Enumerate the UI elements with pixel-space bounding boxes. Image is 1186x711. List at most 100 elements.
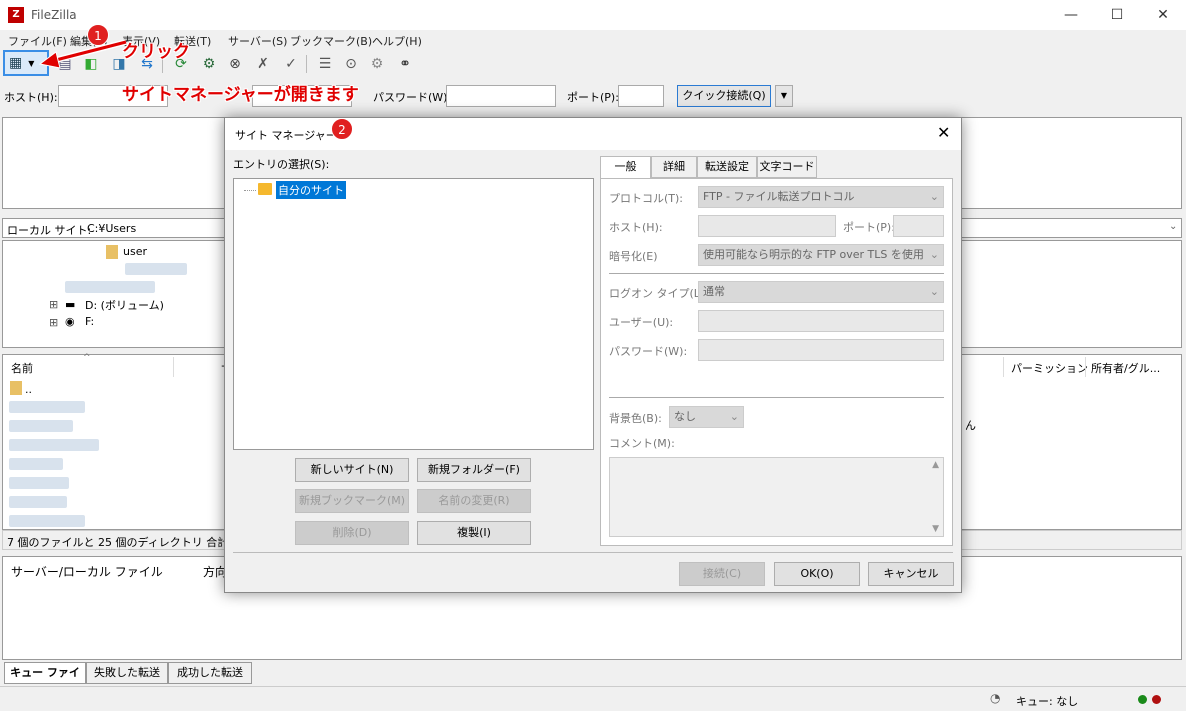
queue-status: キュー: なし [1016,695,1079,708]
site-manager-icon: ▦ [9,55,23,71]
folder-icon [10,381,22,395]
protocol-label: プロトコル(T): [609,192,684,205]
general-tab-panel: プロトコル(T): FTP - ファイル転送プロトコル ⌄ ホスト(H): ポート… [600,178,953,546]
menu-bookmarks[interactable]: ブックマーク(B) [290,33,372,49]
blurred-item [9,515,85,527]
encryption-select[interactable]: 使用可能なら明示的な FTP over TLS を使用 ⌄ [698,244,944,266]
col-permissions[interactable]: パーミッション [1011,360,1088,376]
rename-button[interactable]: 名前の変更(R) [417,489,531,513]
parent-dir[interactable]: .. [25,383,32,396]
blurred-item [9,477,69,489]
tree-item-my-sites[interactable]: 自分のサイト [276,181,346,199]
tab-general[interactable]: 一般 [600,156,651,179]
tree-item-d-drive[interactable]: D: (ボリューム) [85,297,164,313]
column-divider [173,357,174,377]
host-label: ホスト(H): [609,221,663,234]
tab-advanced[interactable]: 詳細 [651,156,697,178]
encryption-label: 暗号化(E) [609,250,658,263]
column-divider [1085,357,1086,377]
host-label: ホスト(H): [4,91,58,104]
local-site-path[interactable]: C:¥Users [87,222,136,235]
bgcolor-select[interactable]: なし ⌄ [669,406,744,428]
reconnect-icon[interactable]: ✓ [280,53,302,75]
download-led-icon [1152,695,1161,704]
queue-icon: ◔ [990,691,1001,705]
folder-icon [106,245,118,259]
remote-file-text: ん [965,419,976,432]
password-input[interactable] [446,85,556,107]
title-bar: Z FileZilla — ☐ ✕ [0,0,1186,30]
annotation-badge-2: 2 [331,118,353,140]
quickconnect-dropdown-icon[interactable]: ▼ [775,85,793,107]
annotation-opens: サイトマネージャーが開きます [122,85,359,105]
menu-server[interactable]: サーバー(S) [228,33,287,49]
process-queue-icon[interactable]: ⚙ [198,53,220,75]
bgcolor-label: 背景色(B): [609,412,662,425]
search-binoculars-icon[interactable]: ⚭ [394,53,416,75]
dialog-title: サイト マネージャー [235,129,337,142]
user-field[interactable] [698,310,944,332]
local-site-label: ローカル サイト: [7,224,92,237]
folder-icon [258,183,272,195]
tab-queued-files[interactable]: キュー ファイル [4,662,86,699]
disconnect-icon[interactable]: ✗ [252,53,274,75]
new-bookmark-button[interactable]: 新規ブックマーク(M) [295,489,409,513]
ok-button[interactable]: OK(O) [774,562,860,586]
annotation-click: クリック [122,42,190,62]
close-button[interactable]: ✕ [1140,0,1186,30]
duplicate-button[interactable]: 複製(I) [417,521,531,545]
dialog-close-icon[interactable]: ✕ [937,123,950,142]
tab-charset[interactable]: 文字コード [757,156,817,178]
tree-line [244,190,256,191]
expand-icon[interactable]: ⊞ [49,298,58,311]
new-folder-button[interactable]: 新規フォルダー(F) [417,458,531,482]
scroll-down-icon[interactable]: ▼ [932,524,939,534]
divider [609,273,944,274]
menu-help[interactable]: ヘルプ(H) [372,33,422,49]
col-server-local-file[interactable]: サーバー/ローカル ファイル [11,563,163,580]
port-input[interactable] [618,85,664,107]
blurred-item [9,401,85,413]
logon-type-select[interactable]: 通常 ⌄ [698,281,944,303]
password-label: パスワード(W): [609,345,688,358]
blurred-item [125,263,187,275]
maximize-button[interactable]: ☐ [1094,0,1140,30]
cancel-button[interactable]: キャンセル [868,562,954,586]
chevron-down-icon[interactable]: ⌄ [1169,221,1177,232]
new-site-button[interactable]: 新しいサイト(N) [295,458,409,482]
col-owner[interactable]: 所有者/グル... [1091,360,1160,376]
connect-button[interactable]: 接続(C) [679,562,765,586]
divider [233,552,953,553]
col-name[interactable]: 名前 [11,360,33,376]
sort-ascending-icon: ^ [83,353,91,363]
minimize-button[interactable]: — [1048,0,1094,30]
password-field[interactable] [698,339,944,361]
scroll-up-icon[interactable]: ▲ [932,460,939,470]
entry-select-label: エントリの選択(S): [233,158,330,171]
host-field[interactable] [698,215,836,237]
port-field[interactable] [893,215,944,237]
port-label: ポート(P): [843,221,895,234]
expand-icon[interactable]: ⊞ [49,316,58,329]
logon-type-label: ログオン タイプ(L): [609,287,708,300]
comment-label: コメント(M): [609,437,675,450]
toolbar-separator [306,55,307,73]
sync-browse-icon[interactable]: ⚙ [366,53,388,75]
user-label: ユーザー(U): [609,316,674,329]
tab-failed-transfers[interactable]: 失敗した転送 [86,662,168,684]
status-bar: ◔ キュー: なし [0,686,1186,711]
site-tree: 自分のサイト [233,178,594,450]
chevron-down-icon: ⌄ [729,410,739,423]
tree-item-user[interactable]: user [123,245,147,258]
tab-transfer-settings[interactable]: 転送設定 [697,156,757,178]
dir-compare-icon[interactable]: ⊙ [340,53,362,75]
filter-icon[interactable]: ☰ [314,53,336,75]
tree-item-f-drive[interactable]: F: [85,315,94,328]
blurred-item [9,439,99,451]
tab-successful-transfers[interactable]: 成功した転送 [168,662,252,684]
cancel-operation-icon[interactable]: ⊗ [224,53,246,75]
protocol-select[interactable]: FTP - ファイル転送プロトコル ⌄ [698,186,944,208]
quickconnect-button[interactable]: クイック接続(Q) [677,85,771,107]
comment-textarea[interactable]: ▲ ▼ [609,457,944,537]
delete-button[interactable]: 削除(D) [295,521,409,545]
